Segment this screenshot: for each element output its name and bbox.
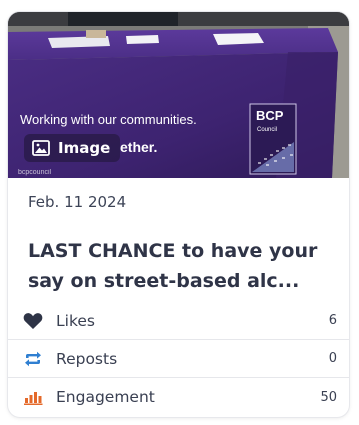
- stat-label: Likes: [56, 311, 95, 330]
- stat-reposts: Reposts 0: [8, 340, 349, 378]
- stat-likes: Likes 6: [8, 302, 349, 340]
- post-title[interactable]: LAST CHANCE to have your say on street-b…: [28, 236, 338, 296]
- post-date: Feb. 11 2024: [28, 193, 127, 211]
- svg-text:BCP: BCP: [256, 108, 284, 123]
- post-card[interactable]: Working with our communities. bcpcouncil…: [8, 12, 349, 417]
- media-type-badge: Image: [24, 134, 121, 162]
- post-photo[interactable]: Working with our communities. bcpcouncil…: [8, 12, 349, 178]
- stat-label: Reposts: [56, 349, 118, 368]
- stat-value: 0: [328, 351, 337, 366]
- svg-text:Council: Council: [257, 127, 277, 133]
- media-badge-label: Image: [58, 139, 111, 157]
- bar-chart-icon: [22, 388, 44, 406]
- repost-icon: [22, 350, 44, 368]
- stat-engagement: Engagement 50: [8, 378, 349, 416]
- svg-text:Working with our communities.: Working with our communities.: [20, 112, 197, 127]
- stat-label: Engagement: [56, 388, 155, 406]
- heart-icon: [22, 312, 44, 330]
- stat-value: 50: [320, 389, 337, 405]
- stat-value: 6: [328, 313, 337, 328]
- svg-text:bcpcouncil: bcpcouncil: [18, 169, 52, 176]
- svg-text:ether.: ether.: [120, 139, 157, 155]
- post-stats: Likes 6 Reposts 0 Engagement 50: [8, 302, 349, 416]
- image-icon: [32, 140, 50, 156]
